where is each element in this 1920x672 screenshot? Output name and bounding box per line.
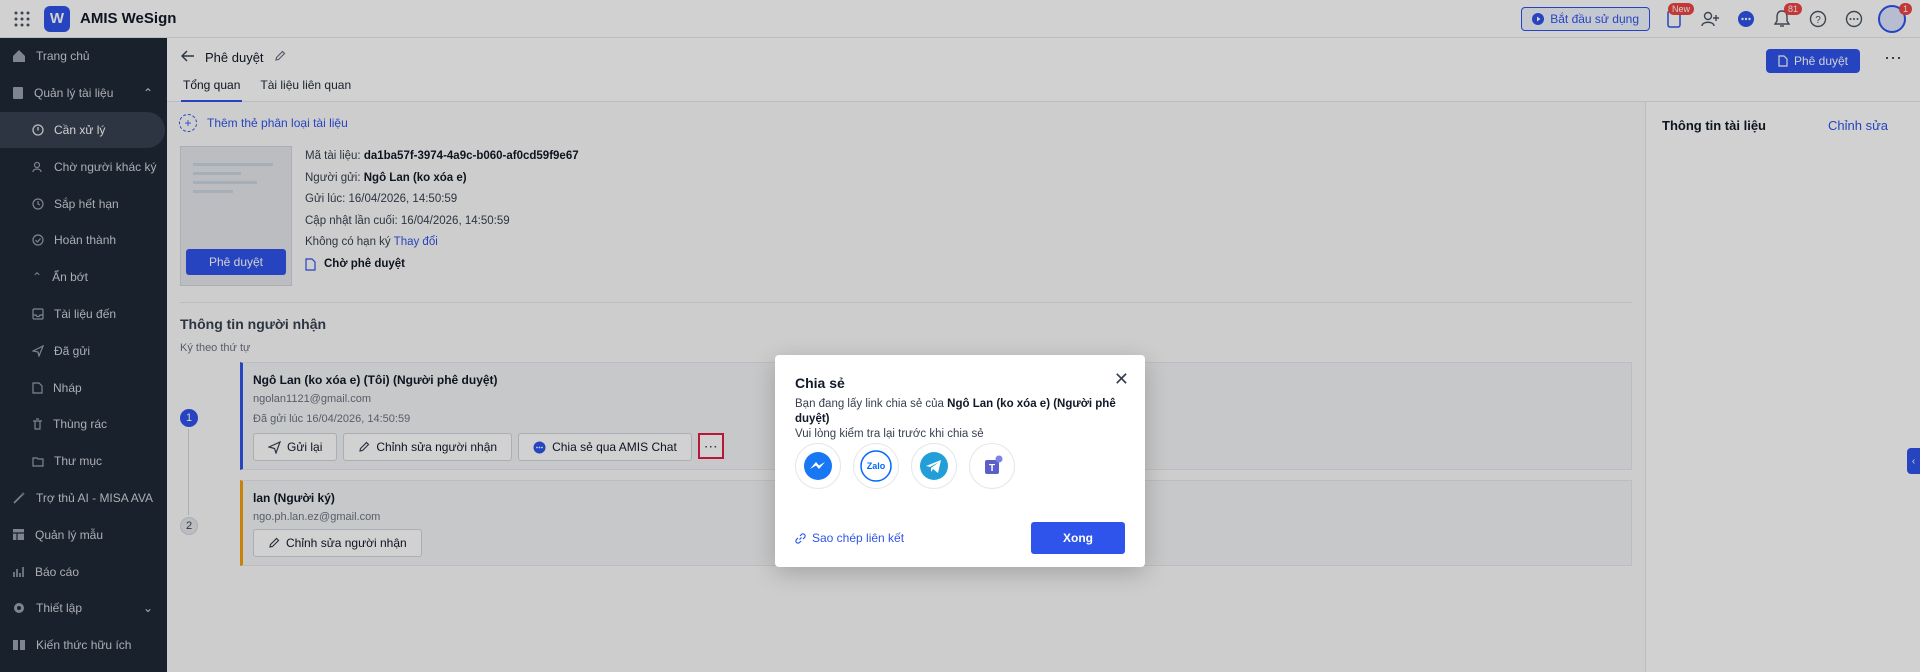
zalo-logo-text: Zalo (867, 461, 886, 471)
modal-overlay[interactable] (0, 0, 1920, 672)
copy-link-button[interactable]: Sao chép liên kết (795, 531, 904, 545)
teams-icon[interactable]: T (969, 443, 1015, 489)
share-dialog-title: Chia sẻ (795, 375, 845, 391)
close-icon[interactable]: ✕ (1114, 369, 1129, 390)
share-message-prefix: Bạn đang lấy link chia sẻ của (795, 398, 948, 410)
share-dialog: Chia sẻ ✕ Bạn đang lấy link chia sẻ của … (775, 355, 1145, 567)
messenger-icon[interactable] (795, 443, 841, 489)
done-button[interactable]: Xong (1031, 522, 1125, 554)
share-message-hint: Vui lòng kiểm tra lại trước khi chia sẻ (795, 428, 984, 440)
zalo-icon[interactable]: Zalo (853, 443, 899, 489)
telegram-icon[interactable] (911, 443, 957, 489)
share-targets: Zalo T (795, 443, 1015, 489)
copy-link-label: Sao chép liên kết (812, 531, 905, 545)
link-icon (795, 532, 806, 544)
svg-text:T: T (989, 463, 995, 474)
share-dialog-message: Bạn đang lấy link chia sẻ của Ngô Lan (k… (795, 397, 1145, 442)
